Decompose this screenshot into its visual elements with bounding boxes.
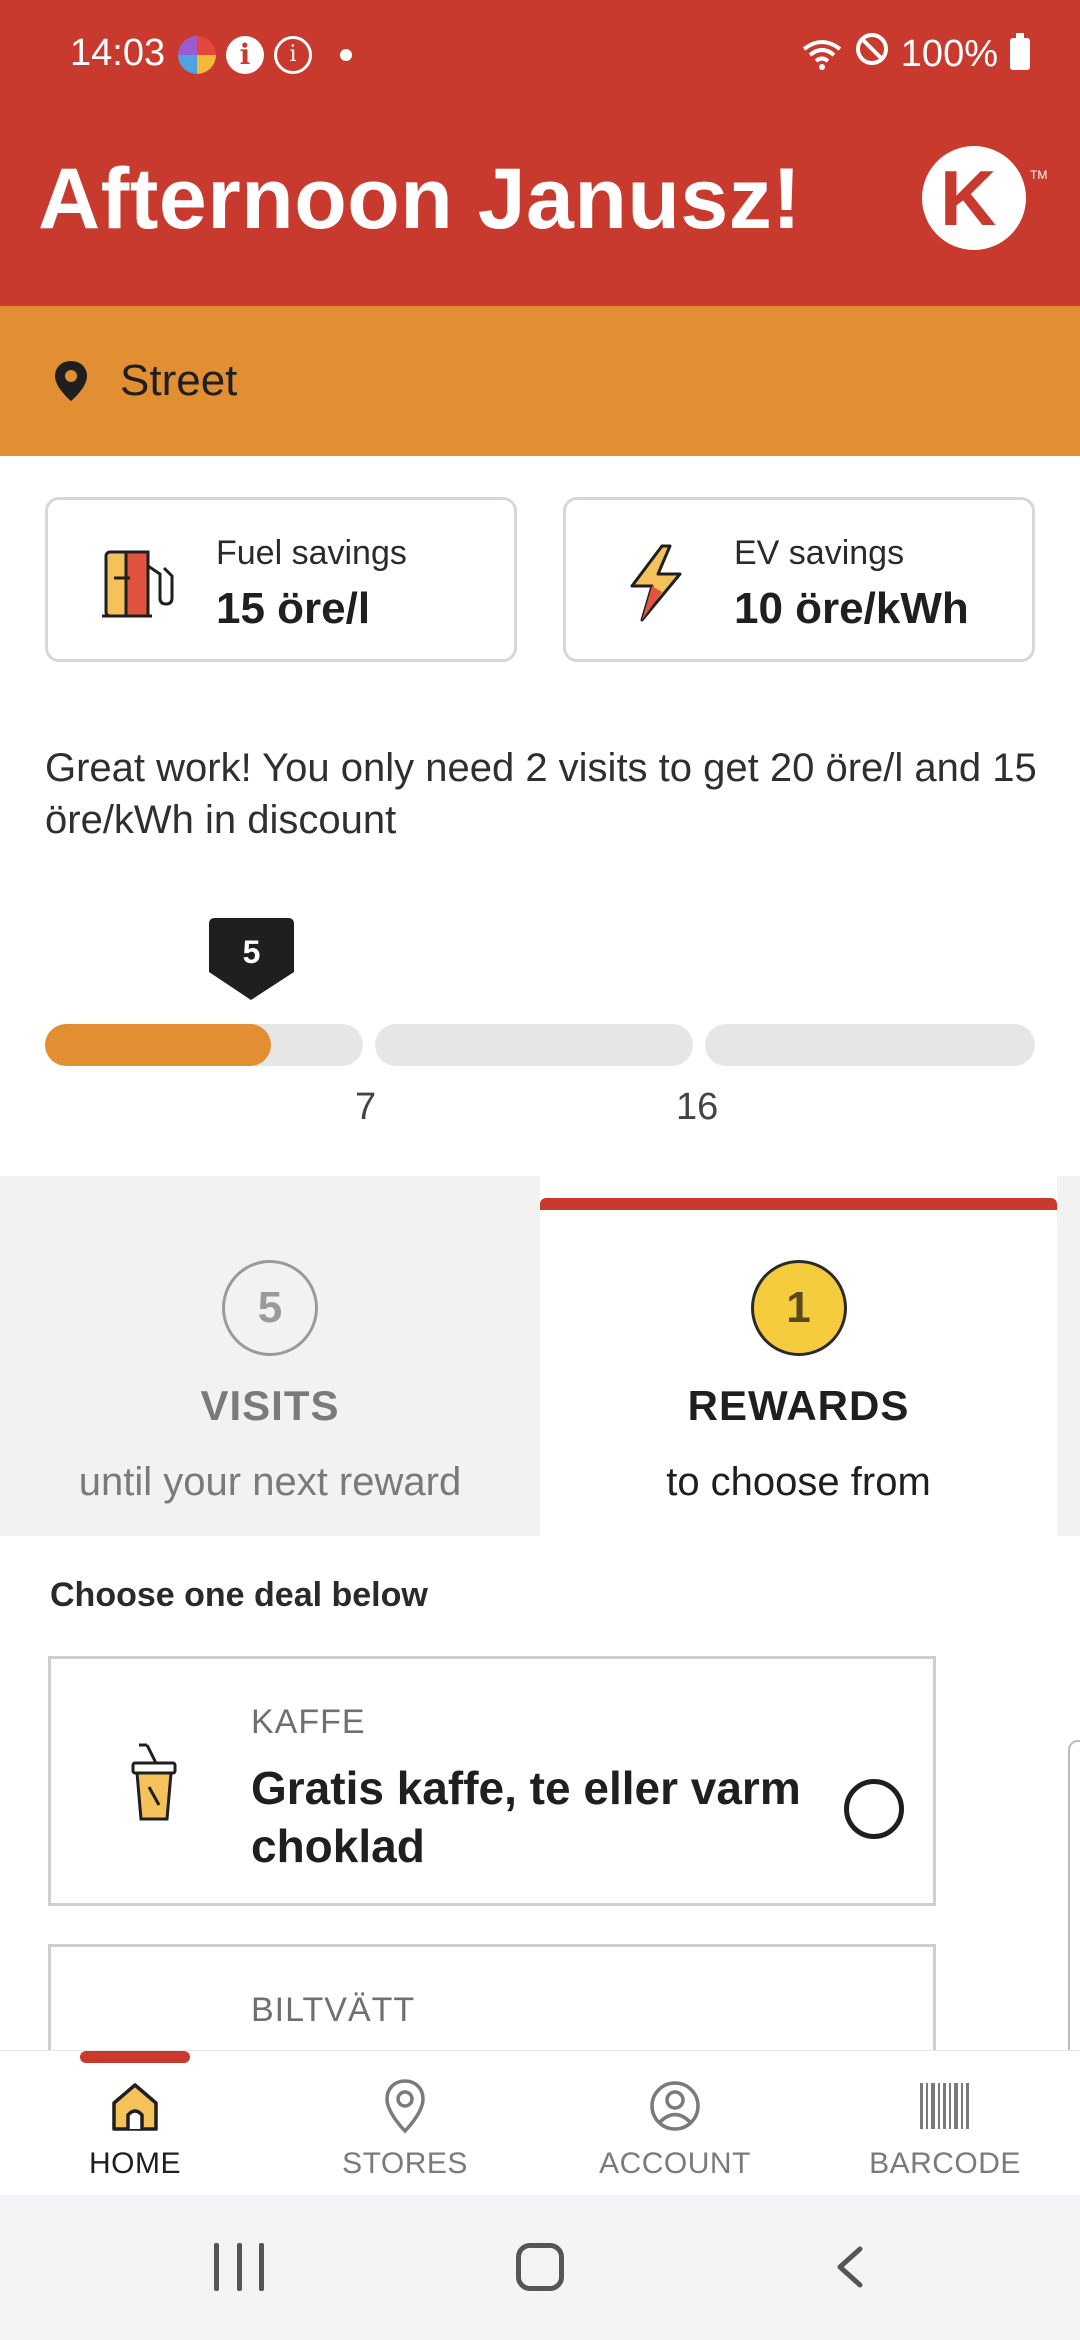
ev-savings-label: EV savings (734, 534, 905, 572)
back-icon[interactable] (830, 2245, 870, 2289)
current-visits-value: 5 (242, 934, 261, 970)
nav-barcode-label: BARCODE (869, 2147, 1021, 2180)
deal-select-radio[interactable] (844, 1779, 904, 1839)
active-tab-indicator (80, 2051, 190, 2063)
side-panel-handle[interactable] (1068, 1740, 1080, 2080)
location-pin-icon (385, 2079, 425, 2134)
deal-card-carwash[interactable]: BILTVÄTT (48, 1944, 936, 2054)
rewards-subtitle: to choose from (666, 1460, 931, 1504)
info-outline-icon: i (274, 36, 312, 74)
nav-stores-label: STORES (342, 2147, 468, 2180)
greeting-title: Afternoon Janusz! (38, 151, 802, 247)
deals-heading: Choose one deal below (50, 1576, 428, 1614)
do-not-disturb-icon (855, 32, 889, 76)
battery-icon (1010, 33, 1030, 70)
progress-segment (45, 1024, 363, 1066)
progress-segment (375, 1024, 693, 1066)
location-label: Street (120, 356, 238, 405)
nav-stores[interactable]: STORES (305, 2077, 505, 2181)
visits-title: VISITS (200, 1382, 340, 1429)
progress-segment (705, 1024, 1035, 1066)
fuel-pump-icon (102, 550, 174, 618)
bottom-navigation: HOME STORES ACCOUNT BARCODE (0, 2050, 1080, 2195)
fuel-savings-value: 15 öre/l (216, 584, 371, 633)
battery-percent: 100% (900, 32, 998, 75)
deal-card-coffee[interactable]: KAFFE Gratis kaffe, te eller varm chokla… (48, 1656, 936, 1906)
fuel-savings-card[interactable]: Fuel savings 15 öre/l (45, 497, 517, 662)
home-icon (112, 2083, 158, 2131)
rewards-title: REWARDS (687, 1382, 910, 1429)
visits-subtitle: until your next reward (78, 1460, 462, 1504)
nav-home[interactable]: HOME (35, 2077, 235, 2181)
ev-savings-card[interactable]: EV savings 10 öre/kWh (563, 497, 1035, 662)
recent-apps-icon[interactable] (214, 2243, 264, 2291)
circle-k-logo: K TM (922, 146, 1047, 250)
nav-barcode[interactable]: BARCODE (845, 2077, 1045, 2181)
barcode-icon (920, 2083, 969, 2129)
app-notification-icon (178, 36, 216, 74)
coffee-cup-icon (131, 1743, 177, 1821)
info-filled-icon: i (226, 36, 264, 74)
deal-category: BILTVÄTT (251, 1991, 416, 2029)
home-button-icon[interactable] (516, 2243, 564, 2291)
visits-count-badge: 5 (222, 1260, 318, 1356)
system-navigation-bar (0, 2195, 1080, 2340)
more-notifications-dot-icon (340, 49, 352, 61)
fuel-savings-label: Fuel savings (216, 534, 407, 572)
status-bar: 14:03 i i 100% (0, 0, 1080, 120)
lightning-icon (630, 544, 682, 622)
location-pin-icon (55, 361, 87, 401)
deal-category: KAFFE (251, 1703, 366, 1741)
tab-visits[interactable]: 5 VISITS until your next reward (0, 1176, 540, 1536)
status-right: 100% (801, 32, 1030, 76)
progress-tick-label: 7 (355, 1086, 377, 1128)
rewards-count-badge: 1 (750, 1260, 847, 1356)
progress-message: Great work! You only need 2 visits to ge… (45, 746, 1037, 842)
nav-home-label: HOME (89, 2147, 181, 2180)
nav-account-label: ACCOUNT (599, 2147, 751, 2180)
progress-tick-label: 16 (676, 1086, 719, 1128)
status-time: 14:03 (70, 32, 166, 74)
progress-fill (45, 1024, 271, 1066)
visits-rewards-tabs: 5 VISITS until your next reward 1 REWARD… (0, 1176, 1080, 1536)
app-header: 14:03 i i 100% Afternoon Janusz! K TM (0, 0, 1080, 306)
location-bar[interactable]: Street (0, 306, 1080, 456)
deal-title: Gratis kaffe, te eller varm choklad (251, 1762, 801, 1872)
ev-savings-value: 10 öre/kWh (734, 584, 969, 633)
account-icon (650, 2081, 700, 2131)
tab-rewards[interactable]: 1 REWARDS to choose from (540, 1176, 1057, 1536)
notification-icons: i i (178, 36, 352, 74)
wifi-icon (801, 37, 843, 71)
nav-account[interactable]: ACCOUNT (575, 2077, 775, 2181)
